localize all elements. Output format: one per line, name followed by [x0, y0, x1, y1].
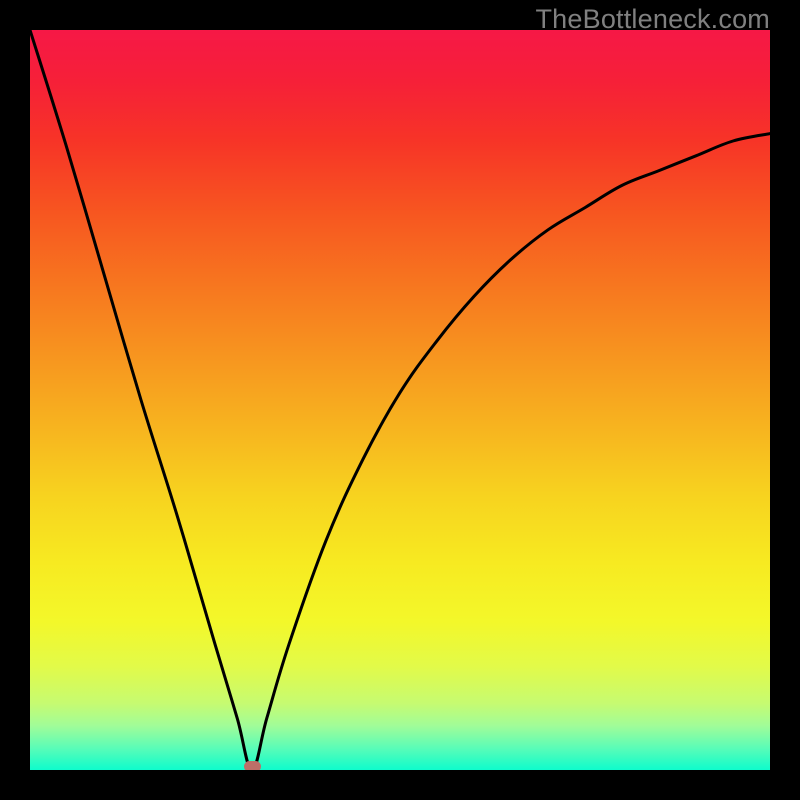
plot-area	[30, 30, 770, 770]
bottleneck-curve	[30, 30, 770, 770]
minimum-marker	[244, 761, 261, 770]
chart-frame: TheBottleneck.com	[0, 0, 800, 800]
watermark-text: TheBottleneck.com	[535, 4, 770, 35]
curve-layer	[30, 30, 770, 770]
